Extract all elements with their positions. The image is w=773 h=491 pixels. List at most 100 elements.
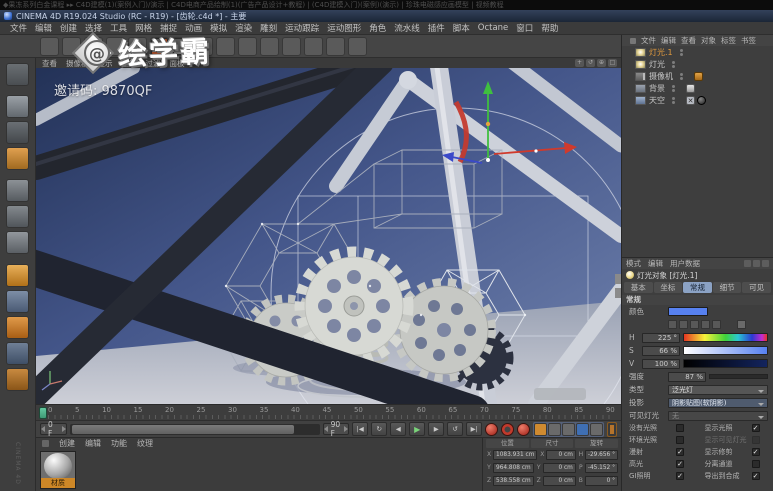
goto-end-button[interactable]: ▶| (466, 422, 483, 436)
rgb-sliders-icon[interactable] (679, 320, 688, 329)
pla-toggle[interactable] (590, 422, 604, 436)
viewport-solo-icon[interactable] (6, 290, 29, 313)
object-name[interactable]: 背景 (649, 83, 665, 94)
play-button[interactable]: ▶ (409, 422, 426, 436)
subdivision-surface-icon[interactable] (238, 36, 257, 56)
menu-item[interactable]: 流水线 (394, 22, 420, 34)
hsv-sliders-icon[interactable] (690, 320, 699, 329)
record-options-button[interactable] (517, 422, 531, 436)
timeline-scrollbar[interactable] (69, 423, 320, 435)
pan-view-icon[interactable]: + (575, 59, 584, 67)
polygons-mode-icon[interactable] (6, 231, 29, 254)
spin-up-icon[interactable] (344, 426, 349, 432)
swatches-icon[interactable] (668, 320, 677, 329)
menu-item[interactable]: 网格 (135, 22, 152, 34)
size-z-field[interactable]: 0 cm (542, 475, 576, 486)
checkbox[interactable]: ✓ (751, 448, 760, 456)
menu-item[interactable]: 捕捉 (160, 22, 177, 34)
spin-down-icon[interactable] (41, 426, 45, 432)
color-wheel-icon[interactable] (701, 320, 710, 329)
saturation-gradient-bar[interactable] (683, 346, 768, 355)
keyframe-selection-button[interactable] (607, 421, 618, 437)
intensity-slider[interactable] (709, 374, 768, 379)
om-menu-view[interactable]: 查看 (681, 35, 696, 46)
light-object-icon[interactable] (348, 36, 367, 56)
menu-item[interactable]: 窗口 (516, 22, 533, 34)
menu-item[interactable]: 工具 (110, 22, 127, 34)
make-editable-icon[interactable] (6, 63, 29, 86)
om-menu-tags[interactable]: 标签 (721, 35, 736, 46)
checkbox[interactable]: ✓ (676, 460, 684, 468)
om-menu-objects[interactable]: 对象 (701, 35, 716, 46)
menu-item[interactable]: 运动图形 (327, 22, 361, 34)
parameter-toggle[interactable] (576, 422, 590, 436)
history-forward-icon[interactable] (753, 260, 760, 267)
object-row[interactable]: 灯光.1 (622, 46, 773, 58)
pos-x-field[interactable]: 1083.931 cm (493, 449, 538, 460)
autokey-button[interactable] (501, 422, 515, 436)
attribute-tab[interactable]: 坐标 (653, 282, 683, 293)
checkbox[interactable] (676, 424, 684, 432)
enable-snap-icon[interactable] (6, 316, 29, 339)
lock-icon[interactable] (762, 260, 769, 267)
menu-item[interactable]: Octane (478, 23, 509, 33)
play-backwards-button[interactable]: ↻ (371, 422, 388, 436)
attribute-tab[interactable]: 可见 (742, 282, 771, 293)
spin-down-icon[interactable] (323, 426, 328, 432)
start-frame-field[interactable]: 0 F (40, 420, 67, 438)
hue-field[interactable]: 225 ° (642, 332, 680, 343)
checkbox[interactable]: ✓ (751, 424, 760, 432)
material-menu-texture[interactable]: 纹理 (137, 438, 153, 449)
attribute-tab[interactable]: 常规 (683, 282, 712, 293)
record-keyframe-button[interactable] (485, 422, 499, 436)
compositing-tag-icon[interactable] (686, 83, 695, 93)
am-menu-userdata[interactable]: 用户数据 (670, 258, 700, 269)
mograph-object-icon[interactable] (260, 36, 279, 56)
pos-y-field[interactable]: 964.808 cm (493, 462, 534, 473)
material-menu-edit[interactable]: 编辑 (85, 438, 101, 449)
object-row[interactable]: 天空 ✕ (622, 94, 773, 106)
visible-light-dropdown[interactable]: 无 (668, 410, 768, 421)
intensity-field[interactable]: 87 % (668, 371, 706, 382)
size-x-field[interactable]: 0 cm (546, 449, 576, 460)
hue-gradient-bar[interactable] (683, 333, 768, 342)
vp-menu-panel[interactable]: 面板 (170, 58, 185, 69)
menu-item[interactable]: 插件 (428, 22, 445, 34)
object-row[interactable]: 灯光 (622, 58, 773, 70)
shadow-dropdown[interactable]: 阴影贴图(软阴影) (668, 397, 768, 408)
redo-icon[interactable] (62, 36, 81, 56)
menu-item[interactable]: 创建 (60, 22, 77, 34)
checkbox[interactable]: ✓ (751, 472, 760, 480)
menu-item[interactable]: 动画 (185, 22, 202, 34)
cube-primitive-icon[interactable] (194, 36, 213, 56)
render-picture-viewer-icon[interactable] (150, 36, 169, 56)
floor-object-icon[interactable] (304, 36, 323, 56)
protection-tag-icon[interactable] (694, 71, 703, 81)
menu-item[interactable]: 模拟 (210, 22, 227, 34)
enable-axis-icon[interactable] (6, 264, 29, 287)
render-settings-icon[interactable] (172, 36, 191, 56)
timeline-playhead[interactable] (39, 407, 47, 419)
orbit-view-icon[interactable]: ↺ (586, 59, 595, 67)
material-thumbnail[interactable]: 材质 (40, 451, 76, 489)
edges-mode-icon[interactable] (6, 205, 29, 228)
menu-item[interactable]: 渲染 (235, 22, 252, 34)
object-name[interactable]: 天空 (649, 95, 665, 106)
spline-pen-icon[interactable] (216, 36, 235, 56)
rot-b-field[interactable]: 0 ° (584, 475, 618, 486)
rot-h-field[interactable]: -29.656 ° (584, 449, 618, 460)
menu-item[interactable]: 脚本 (453, 22, 470, 34)
viewport-canvas[interactable] (36, 58, 621, 404)
pos-z-field[interactable]: 538.558 cm (493, 475, 534, 486)
timeline-scroll-handle[interactable] (71, 424, 294, 434)
am-menu-mode[interactable]: 模式 (626, 258, 641, 269)
zoom-view-icon[interactable]: ⊕ (597, 59, 606, 67)
menu-item[interactable]: 文件 (10, 22, 27, 34)
screen-picker-icon[interactable] (737, 320, 746, 329)
visibility-toggles[interactable] (672, 84, 675, 92)
menu-item[interactable]: 角色 (369, 22, 386, 34)
end-frame-field[interactable]: 90 F (322, 420, 350, 438)
value-gradient-bar[interactable] (683, 359, 768, 368)
size-y-field[interactable]: 0 cm (542, 462, 576, 473)
visibility-toggles[interactable] (680, 72, 683, 80)
